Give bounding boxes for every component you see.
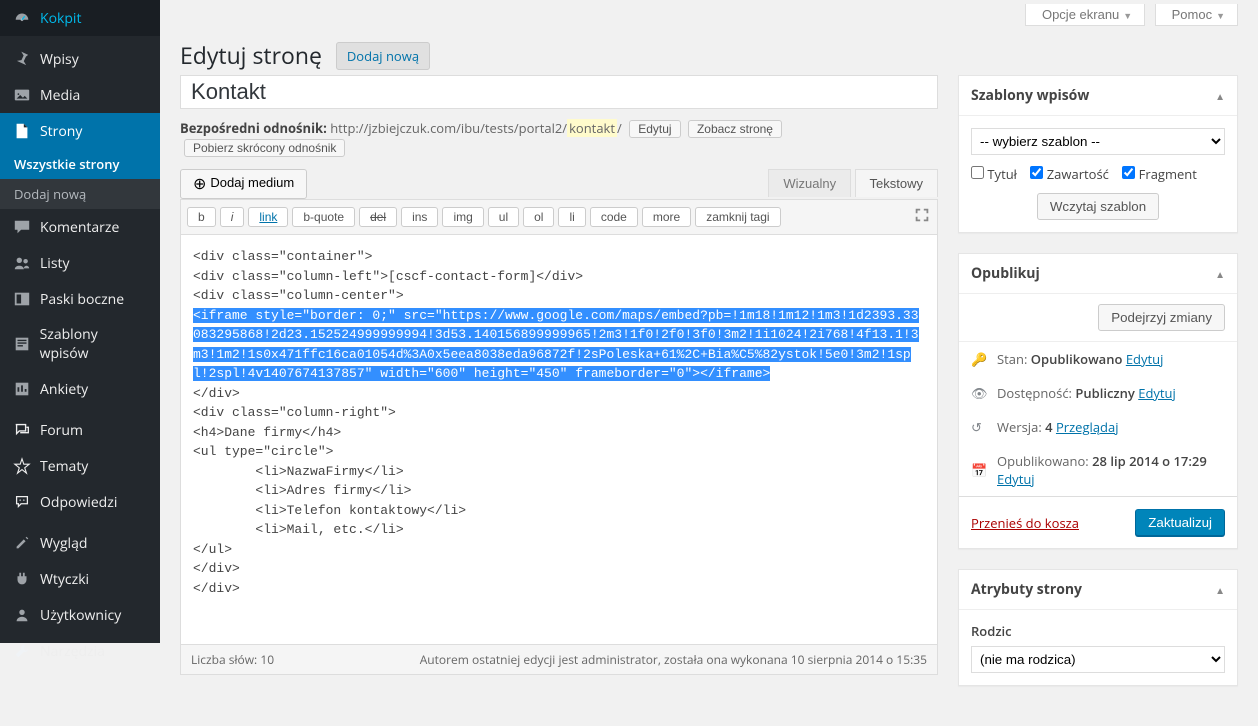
- qt-li[interactable]: li: [558, 207, 585, 227]
- cb-title[interactable]: [971, 166, 984, 179]
- media-icon: [12, 85, 32, 105]
- quicktags-toolbar: bilinkb-quotedelinsimgulollicodemorezamk…: [180, 199, 938, 235]
- help-button[interactable]: Pomoc▼: [1155, 4, 1238, 26]
- sidebar-item-tematy[interactable]: Tematy: [0, 448, 160, 484]
- admin-sidebar: Kokpit WpisyMediaStronyWszystkie stronyDo…: [0, 0, 160, 643]
- sidebar-item-listy[interactable]: Listy: [0, 245, 160, 281]
- qt-zamknij-tagi[interactable]: zamknij tagi: [695, 207, 780, 227]
- plugins-icon: [12, 569, 32, 589]
- sidebar-item-użytkownicy[interactable]: Użytkownicy: [0, 597, 160, 633]
- post-title-input[interactable]: [180, 75, 938, 109]
- permalink-slug: kontakt: [567, 119, 617, 137]
- browse-revisions-link[interactable]: Przeglądaj: [1056, 418, 1119, 436]
- comment-icon: [12, 217, 32, 237]
- page-title: Edytuj stronę Dodaj nową: [180, 30, 1238, 75]
- view-page-button[interactable]: Zobacz stronę: [688, 120, 782, 138]
- page-attributes-header[interactable]: Atrybuty strony▲: [959, 570, 1237, 610]
- edit-status-link[interactable]: Edytuj: [1126, 350, 1164, 368]
- cb-excerpt[interactable]: [1122, 166, 1135, 179]
- fullscreen-icon[interactable]: [913, 206, 931, 228]
- poll-icon: [12, 379, 32, 399]
- trash-link[interactable]: Przenieś do kosza: [971, 514, 1079, 532]
- update-button[interactable]: Zaktualizuj: [1135, 509, 1225, 536]
- sidebar-icon: [12, 289, 32, 309]
- content-editor[interactable]: <div class="container"> <div class="colu…: [180, 235, 938, 645]
- templates-box: Szablony wpisów▲ -- wybierz szablon -- T…: [958, 75, 1238, 233]
- parent-label: Rodzic: [971, 622, 1225, 640]
- qt-b[interactable]: b: [187, 207, 216, 227]
- sidebar-item-wygląd[interactable]: Wygląd: [0, 525, 160, 561]
- topics-icon: [12, 456, 32, 476]
- history-icon: ↺: [971, 418, 989, 436]
- template-icon: [12, 334, 32, 354]
- appearance-icon: [12, 533, 32, 553]
- sidebar-item-wtyczki[interactable]: Wtyczki: [0, 561, 160, 597]
- permalink-row: Bezpośredni odnośnik: http://jzbiejczuk.…: [180, 119, 938, 157]
- page-icon: [12, 121, 32, 141]
- published-row: 📅 Opublikowano: 28 lip 2014 o 17:29Edytu…: [959, 444, 1237, 496]
- sidebar-item-ankiety[interactable]: Ankiety: [0, 371, 160, 407]
- load-template-button[interactable]: Wczytaj szablon: [1037, 193, 1159, 220]
- qt-code[interactable]: code: [590, 207, 638, 227]
- forum-icon: [12, 420, 32, 440]
- qt-more[interactable]: more: [642, 207, 691, 227]
- tab-visual[interactable]: Wizualny: [768, 169, 851, 197]
- qt-img[interactable]: img: [442, 207, 483, 227]
- pin-icon: [12, 49, 32, 69]
- qt-ins[interactable]: ins: [401, 207, 438, 227]
- sidebar-item-odpowiedzi[interactable]: Odpowiedzi: [0, 484, 160, 520]
- main-content: Opcje ekranu▼ Pomoc▼ Edytuj stronę Dodaj…: [160, 0, 1258, 726]
- sidebar-subitem[interactable]: Wszystkie strony: [0, 149, 160, 179]
- publish-box-header[interactable]: Opublikuj▲: [959, 254, 1237, 294]
- sidebar-item-media[interactable]: Media: [0, 77, 160, 113]
- replies-icon: [12, 492, 32, 512]
- cb-content[interactable]: [1030, 166, 1043, 179]
- calendar-icon: 📅: [971, 461, 989, 479]
- qt-ul[interactable]: ul: [488, 207, 519, 227]
- qt-b-quote[interactable]: b-quote: [292, 207, 355, 227]
- screen-options-button[interactable]: Opcje ekranu▼: [1025, 4, 1145, 26]
- edit-visibility-link[interactable]: Edytuj: [1138, 384, 1176, 402]
- tab-text[interactable]: Tekstowy: [855, 169, 938, 197]
- sidebar-item-szablony-wpisów[interactable]: Szablony wpisów: [0, 317, 160, 371]
- sidebar-subitem[interactable]: Dodaj nową: [0, 179, 160, 209]
- qt-i[interactable]: i: [220, 207, 245, 227]
- sidebar-item-paski-boczne[interactable]: Paski boczne: [0, 281, 160, 317]
- edit-permalink-button[interactable]: Edytuj: [629, 120, 680, 138]
- status-row: 🔑 Stan: Opublikowano Edytuj: [959, 342, 1237, 376]
- eye-icon: 👁: [971, 384, 989, 402]
- add-media-button[interactable]: ⊕Dodaj medium: [180, 169, 307, 199]
- dashboard-icon: [12, 8, 32, 28]
- publish-box: Opublikuj▲ Podejrzyj zmiany 🔑 Stan: Opub…: [958, 253, 1238, 549]
- templates-box-header[interactable]: Szablony wpisów▲: [959, 76, 1237, 116]
- page-attributes-box: Atrybuty strony▲ Rodzic (nie ma rodzica): [958, 569, 1238, 686]
- shortlink-button[interactable]: Pobierz skrócony odnośnik: [184, 139, 345, 157]
- sidebar-item-kokpit[interactable]: Kokpit: [0, 0, 160, 36]
- template-select[interactable]: -- wybierz szablon --: [971, 128, 1225, 155]
- edit-date-link[interactable]: Edytuj: [997, 470, 1035, 488]
- preview-button[interactable]: Podejrzyj zmiany: [1098, 304, 1225, 331]
- revisions-row: ↺ Wersja: 4 Przeglądaj: [959, 410, 1237, 444]
- visibility-row: 👁 Dostępność: Publiczny Edytuj: [959, 376, 1237, 410]
- users-icon: [12, 253, 32, 273]
- qt-link[interactable]: link: [248, 207, 288, 227]
- editor-status-bar: Liczba słów: 10 Autorem ostatniej edycji…: [180, 645, 938, 675]
- sidebar-item-wpisy[interactable]: Wpisy: [0, 41, 160, 77]
- parent-select[interactable]: (nie ma rodzica): [971, 646, 1225, 673]
- key-icon: 🔑: [971, 350, 989, 368]
- sidebar-item-strony[interactable]: Strony: [0, 113, 160, 149]
- user-icon: [12, 605, 32, 625]
- qt-ol[interactable]: ol: [523, 207, 554, 227]
- sidebar-item-komentarze[interactable]: Komentarze: [0, 209, 160, 245]
- qt-del[interactable]: del: [359, 207, 397, 227]
- sidebar-item-forum[interactable]: Forum: [0, 412, 160, 448]
- add-new-button[interactable]: Dodaj nową: [336, 42, 430, 70]
